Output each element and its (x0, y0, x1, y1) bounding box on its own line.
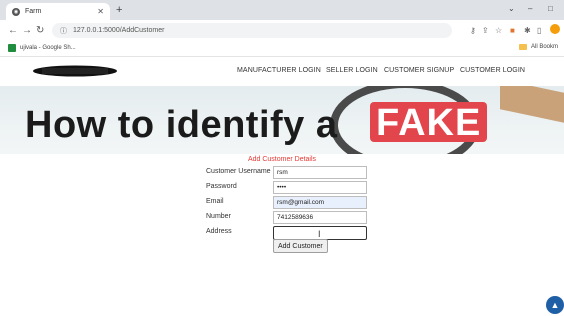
browser-toolbar: ← → ↻ ⓘ 127.0.0.1:5000/AddCustomer ⚷ ⇪ ☆… (0, 20, 564, 42)
hero-banner: How to identify a FAKE (0, 86, 564, 154)
add-customer-button[interactable]: Add Customer (273, 239, 328, 253)
browser-tab[interactable]: ◉ Farm ✕ (6, 3, 110, 20)
collapse-icon[interactable]: ⌄ (508, 4, 515, 13)
number-input[interactable] (273, 211, 367, 224)
email-label: Email (206, 198, 224, 205)
forward-icon[interactable]: → (22, 25, 32, 36)
banner-fake-word: FAKE (370, 102, 488, 144)
globe-icon: ◉ (12, 7, 20, 16)
form-row-number: Number (206, 211, 376, 225)
package-graphic (500, 86, 564, 123)
address-label: Address (206, 228, 232, 235)
sheets-icon (8, 44, 16, 52)
sidepanel-icon[interactable]: ▯ (537, 26, 541, 35)
all-bookmarks-label: All Bookm (530, 44, 558, 50)
form-heading: Add Customer Details (247, 156, 317, 163)
text-cursor-icon: I (318, 229, 321, 239)
username-label: Customer Username (206, 168, 271, 175)
tab-title: Farm (25, 8, 42, 15)
form-row-address: Address (206, 226, 376, 240)
password-input[interactable] (273, 181, 367, 194)
form-row-email: Email (206, 196, 376, 210)
new-tab-button[interactable]: + (116, 4, 122, 16)
url-text: 127.0.0.1:5000/AddCustomer (73, 27, 165, 34)
bookmark-item[interactable]: ujivala - Google Sh... (8, 44, 76, 52)
brand-logo (33, 65, 117, 77)
share-icon[interactable]: ⇪ (482, 26, 489, 35)
nav-customer-signup[interactable]: CUSTOMER SIGNUP (384, 67, 454, 74)
site-info-icon[interactable]: ⓘ (60, 26, 67, 36)
minimize-button[interactable]: – (528, 4, 532, 13)
form-row-username: Customer Username (206, 166, 376, 180)
maximize-button[interactable]: □ (548, 4, 553, 13)
email-input[interactable] (273, 196, 367, 209)
nav-customer-login[interactable]: CUSTOMER LOGIN (460, 67, 525, 74)
address-bar[interactable]: ⓘ 127.0.0.1:5000/AddCustomer (52, 23, 452, 38)
close-tab-icon[interactable]: ✕ (97, 7, 104, 16)
key-icon[interactable]: ⚷ (470, 26, 476, 35)
back-icon[interactable]: ← (8, 25, 18, 36)
nav-manufacturer-login[interactable]: MANUFACTURER LOGIN (237, 67, 321, 74)
puzzle-icon[interactable]: ✱ (524, 26, 531, 35)
banner-headline: How to identify a (25, 104, 338, 146)
browser-tabstrip: ◉ Farm ✕ + ⌄ – □ (0, 0, 564, 20)
password-label: Password (206, 183, 237, 190)
reload-icon[interactable]: ↻ (36, 25, 44, 36)
username-input[interactable] (273, 166, 367, 179)
form-row-password: Password (206, 181, 376, 195)
bookmark-label: ujivala - Google Sh... (20, 45, 76, 51)
folder-icon (518, 44, 527, 50)
star-icon[interactable]: ☆ (495, 26, 502, 35)
nav-seller-login[interactable]: SELLER LOGIN (326, 67, 378, 74)
scroll-to-top-button[interactable]: ▲ (546, 296, 564, 314)
profile-avatar[interactable] (550, 24, 560, 34)
site-navbar: MANUFACTURER LOGIN SELLER LOGIN CUSTOMER… (0, 57, 564, 85)
extension-icon[interactable]: ■ (510, 26, 515, 35)
chevron-up-icon: ▲ (550, 300, 560, 310)
number-label: Number (206, 213, 231, 220)
all-bookmarks[interactable]: All Bookm (518, 44, 558, 50)
bookmarks-bar: ujivala - Google Sh... All Bookm (0, 42, 564, 57)
